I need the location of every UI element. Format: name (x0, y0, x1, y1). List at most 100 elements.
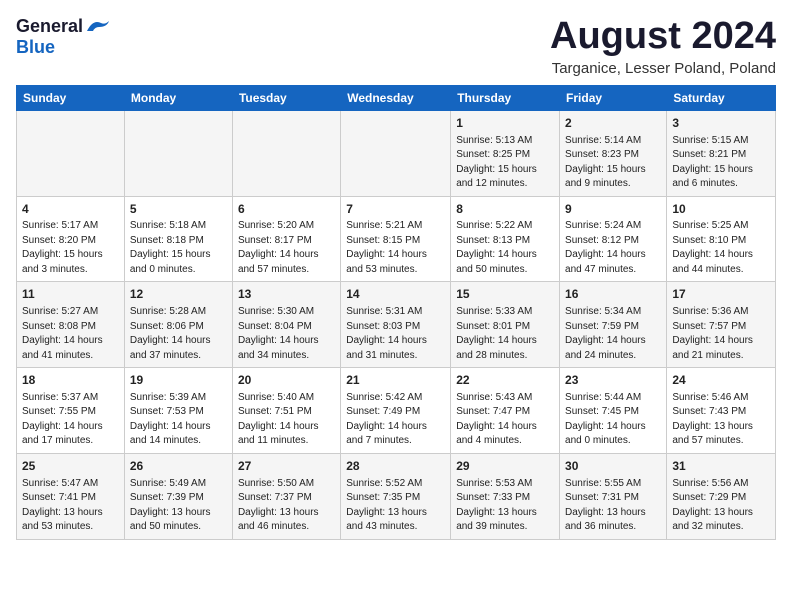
calendar-cell: 30Sunrise: 5:55 AM Sunset: 7:31 PM Dayli… (560, 453, 667, 539)
calendar-table: SundayMondayTuesdayWednesdayThursdayFrid… (16, 85, 776, 540)
calendar-cell (124, 110, 232, 196)
calendar-cell: 10Sunrise: 5:25 AM Sunset: 8:10 PM Dayli… (667, 196, 776, 282)
day-number: 2 (565, 115, 661, 132)
calendar-week-2: 4Sunrise: 5:17 AM Sunset: 8:20 PM Daylig… (17, 196, 776, 282)
header-thursday: Thursday (451, 85, 560, 110)
calendar-cell: 22Sunrise: 5:43 AM Sunset: 7:47 PM Dayli… (451, 368, 560, 454)
day-info: Sunrise: 5:15 AM Sunset: 8:21 PM Dayligh… (672, 134, 770, 192)
day-info: Sunrise: 5:36 AM Sunset: 7:57 PM Dayligh… (672, 305, 770, 363)
day-number: 27 (238, 458, 335, 475)
calendar-cell: 17Sunrise: 5:36 AM Sunset: 7:57 PM Dayli… (667, 282, 776, 368)
day-info: Sunrise: 5:25 AM Sunset: 8:10 PM Dayligh… (672, 219, 770, 277)
calendar-title: August 2024 (550, 16, 776, 58)
header-friday: Friday (560, 85, 667, 110)
title-block: August 2024 Targanice, Lesser Poland, Po… (550, 16, 776, 77)
day-number: 29 (456, 458, 554, 475)
calendar-cell: 5Sunrise: 5:18 AM Sunset: 8:18 PM Daylig… (124, 196, 232, 282)
calendar-cell (341, 110, 451, 196)
calendar-week-5: 25 Sunrise: 5:47 AM Sunset: 7:41 PM Dayli… (17, 453, 776, 539)
day-info: Sunrise: 5:42 AM Sunset: 7:49 PM Dayligh… (346, 391, 445, 449)
calendar-cell: 26 Sunrise: 5:49 AM Sunset: 7:39 PM Dayli… (124, 453, 232, 539)
day-info: Sunrise: 5:39 AM Sunset: 7:53 PM Dayligh… (130, 391, 227, 449)
header-monday: Monday (124, 85, 232, 110)
day-info: Sunrise: 5:30 AM Sunset: 8:04 PM Dayligh… (238, 305, 335, 363)
day-info: Sunrise: 5:49 AM Sunset: 7:39 PM Dayligh… (130, 477, 227, 535)
calendar-cell (17, 110, 125, 196)
day-number: 22 (456, 372, 554, 389)
day-number: 7 (346, 201, 445, 218)
day-info: Sunrise: 5:21 AM Sunset: 8:15 PM Dayligh… (346, 219, 445, 277)
day-info: Sunrise: 5:47 AM Sunset: 7:41 PM Dayligh… (22, 477, 119, 535)
day-info: Sunrise: 5:50 AM Sunset: 7:37 PM Dayligh… (238, 477, 335, 535)
calendar-cell: 3 Sunrise: 5:15 AM Sunset: 8:21 PM Daylig… (667, 110, 776, 196)
header-sunday: Sunday (17, 85, 125, 110)
day-number: 26 (130, 458, 227, 475)
calendar-week-1: 1 Sunrise: 5:13 AM Sunset: 8:25 PM Daylig… (17, 110, 776, 196)
day-info: Sunrise: 5:13 AM Sunset: 8:25 PM Dayligh… (456, 134, 554, 192)
calendar-cell: 27 Sunrise: 5:50 AM Sunset: 7:37 PM Dayli… (232, 453, 340, 539)
day-number: 16 (565, 286, 661, 303)
calendar-cell: 2 Sunrise: 5:14 AM Sunset: 8:23 PM Daylig… (560, 110, 667, 196)
day-number: 1 (456, 115, 554, 132)
day-number: 25 (22, 458, 119, 475)
day-info: Sunrise: 5:14 AM Sunset: 8:23 PM Dayligh… (565, 134, 661, 192)
calendar-cell: 12 Sunrise: 5:28 AM Sunset: 8:06 PM Dayli… (124, 282, 232, 368)
calendar-week-4: 18 Sunrise: 5:37 AM Sunset: 7:55 PM Dayli… (17, 368, 776, 454)
calendar-cell: 6Sunrise: 5:20 AM Sunset: 8:17 PM Daylig… (232, 196, 340, 282)
day-info: Sunrise: 5:37 AM Sunset: 7:55 PM Dayligh… (22, 391, 119, 449)
calendar-cell (232, 110, 340, 196)
day-info: Sunrise: 5:40 AM Sunset: 7:51 PM Dayligh… (238, 391, 335, 449)
logo: General Blue (16, 16, 113, 58)
calendar-week-3: 11 Sunrise: 5:27 AM Sunset: 8:08 PM Dayli… (17, 282, 776, 368)
day-info: Sunrise: 5:24 AM Sunset: 8:12 PM Dayligh… (565, 219, 661, 277)
day-info: Sunrise: 5:34 AM Sunset: 7:59 PM Dayligh… (565, 305, 661, 363)
day-info: Sunrise: 5:20 AM Sunset: 8:17 PM Dayligh… (238, 219, 335, 277)
calendar-cell: 8Sunrise: 5:22 AM Sunset: 8:13 PM Daylig… (451, 196, 560, 282)
day-number: 19 (130, 372, 227, 389)
day-info: Sunrise: 5:33 AM Sunset: 8:01 PM Dayligh… (456, 305, 554, 363)
calendar-cell: 31 Sunrise: 5:56 AM Sunset: 7:29 PM Dayli… (667, 453, 776, 539)
day-info: Sunrise: 5:53 AM Sunset: 7:33 PM Dayligh… (456, 477, 554, 535)
day-number: 8 (456, 201, 554, 218)
day-info: Sunrise: 5:44 AM Sunset: 7:45 PM Dayligh… (565, 391, 661, 449)
day-info: Sunrise: 5:56 AM Sunset: 7:29 PM Dayligh… (672, 477, 770, 535)
calendar-cell: 21Sunrise: 5:42 AM Sunset: 7:49 PM Dayli… (341, 368, 451, 454)
calendar-cell: 4Sunrise: 5:17 AM Sunset: 8:20 PM Daylig… (17, 196, 125, 282)
calendar-cell: 9Sunrise: 5:24 AM Sunset: 8:12 PM Daylig… (560, 196, 667, 282)
day-number: 13 (238, 286, 335, 303)
day-number: 31 (672, 458, 770, 475)
day-info: Sunrise: 5:28 AM Sunset: 8:06 PM Dayligh… (130, 305, 227, 363)
calendar-cell: 29 Sunrise: 5:53 AM Sunset: 7:33 PM Dayli… (451, 453, 560, 539)
day-number: 23 (565, 372, 661, 389)
header-tuesday: Tuesday (232, 85, 340, 110)
day-info: Sunrise: 5:17 AM Sunset: 8:20 PM Dayligh… (22, 219, 119, 277)
calendar-cell: 15Sunrise: 5:33 AM Sunset: 8:01 PM Dayli… (451, 282, 560, 368)
calendar-cell: 11 Sunrise: 5:27 AM Sunset: 8:08 PM Dayli… (17, 282, 125, 368)
calendar-cell: 13 Sunrise: 5:30 AM Sunset: 8:04 PM Dayli… (232, 282, 340, 368)
day-info: Sunrise: 5:27 AM Sunset: 8:08 PM Dayligh… (22, 305, 119, 363)
day-number: 4 (22, 201, 119, 218)
page-header: General Blue August 2024 Targanice, Less… (16, 16, 776, 77)
calendar-cell: 1 Sunrise: 5:13 AM Sunset: 8:25 PM Daylig… (451, 110, 560, 196)
calendar-cell: 23 Sunrise: 5:44 AM Sunset: 7:45 PM Dayli… (560, 368, 667, 454)
logo-bird-icon (85, 17, 113, 37)
day-number: 10 (672, 201, 770, 218)
day-number: 11 (22, 286, 119, 303)
calendar-header-row: SundayMondayTuesdayWednesdayThursdayFrid… (17, 85, 776, 110)
day-number: 12 (130, 286, 227, 303)
logo-blue: Blue (16, 37, 55, 58)
header-saturday: Saturday (667, 85, 776, 110)
calendar-cell: 24Sunrise: 5:46 AM Sunset: 7:43 PM Dayli… (667, 368, 776, 454)
calendar-cell: 7Sunrise: 5:21 AM Sunset: 8:15 PM Daylig… (341, 196, 451, 282)
day-number: 14 (346, 286, 445, 303)
calendar-cell: 14 Sunrise: 5:31 AM Sunset: 8:03 PM Dayli… (341, 282, 451, 368)
calendar-cell: 19 Sunrise: 5:39 AM Sunset: 7:53 PM Dayli… (124, 368, 232, 454)
day-number: 18 (22, 372, 119, 389)
day-info: Sunrise: 5:18 AM Sunset: 8:18 PM Dayligh… (130, 219, 227, 277)
day-info: Sunrise: 5:22 AM Sunset: 8:13 PM Dayligh… (456, 219, 554, 277)
day-number: 9 (565, 201, 661, 218)
logo-general: General (16, 16, 83, 37)
header-wednesday: Wednesday (341, 85, 451, 110)
day-number: 3 (672, 115, 770, 132)
day-info: Sunrise: 5:31 AM Sunset: 8:03 PM Dayligh… (346, 305, 445, 363)
